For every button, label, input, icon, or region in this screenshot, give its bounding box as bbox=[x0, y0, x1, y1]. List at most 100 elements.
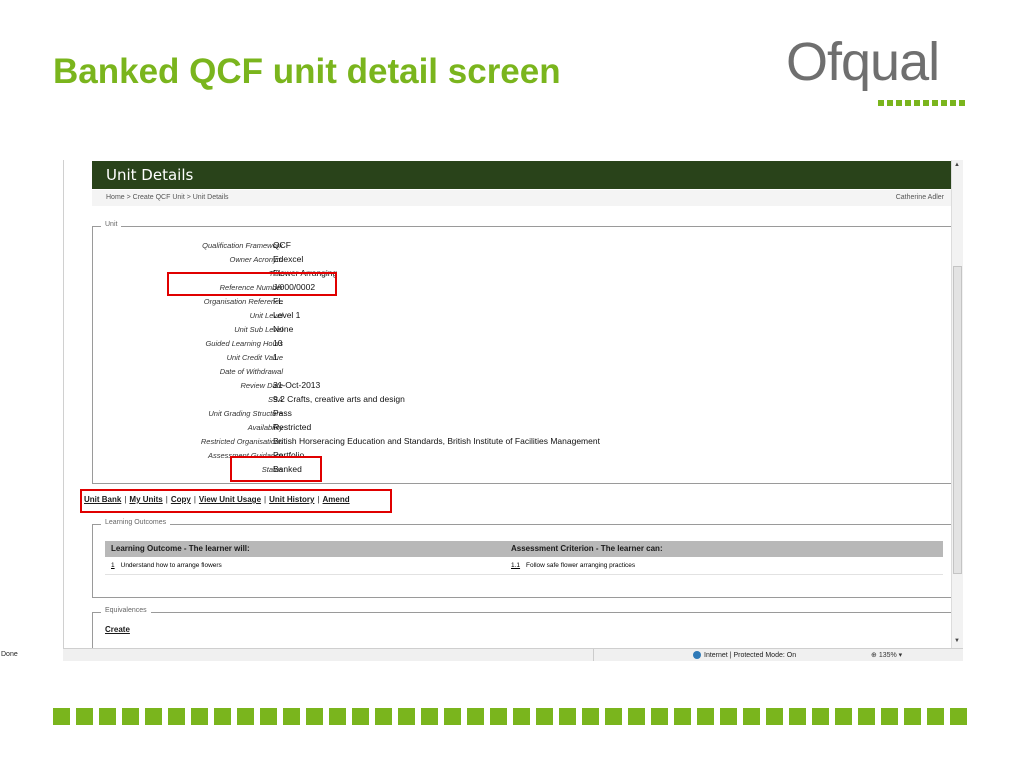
unit-field-value: Level 1 bbox=[273, 310, 301, 320]
unit-field-row: Unit Grading Structure Pass bbox=[93, 407, 951, 421]
view-unit-usage-link[interactable]: View Unit Usage bbox=[199, 495, 261, 504]
unit-field-value: 31-Oct-2013 bbox=[273, 380, 321, 390]
footer-square bbox=[490, 708, 507, 725]
unit-actions: Unit Bank | My Units | Copy | View Unit Usage |… bbox=[84, 495, 350, 504]
criterion-number-link[interactable]: 1.1 bbox=[511, 562, 526, 569]
footer-square bbox=[352, 708, 369, 725]
logo-dots bbox=[878, 100, 965, 106]
unit-field-label: Unit Grading Structure bbox=[208, 409, 283, 418]
vertical-scrollbar[interactable]: ▲ ▼ bbox=[951, 160, 963, 648]
outcome-cell: 1 Understand how to arrange flowers bbox=[105, 557, 505, 574]
footer-square bbox=[444, 708, 461, 725]
unit-field-value: 9.2 Crafts, creative arts and design bbox=[273, 394, 405, 404]
footer-square bbox=[743, 708, 760, 725]
footer-square bbox=[950, 708, 967, 725]
footer-square bbox=[582, 708, 599, 725]
footer-square bbox=[214, 708, 231, 725]
footer-square bbox=[559, 708, 576, 725]
zoom-value: 135% bbox=[878, 652, 897, 659]
breadcrumb: Home > Create QCF Unit > Unit Details Ca… bbox=[92, 190, 952, 206]
copy-link[interactable]: Copy bbox=[171, 495, 191, 504]
amend-link[interactable]: Amend bbox=[323, 495, 350, 504]
unit-field-label: Organisation Reference bbox=[203, 297, 283, 306]
footer-square bbox=[168, 708, 185, 725]
my-units-link[interactable]: My Units bbox=[129, 495, 162, 504]
unit-legend: Unit bbox=[101, 221, 122, 228]
unit-field-value: FL bbox=[273, 296, 283, 306]
footer-square bbox=[467, 708, 484, 725]
breadcrumb-text[interactable]: Home > Create QCF Unit > Unit Details bbox=[106, 194, 229, 201]
learning-outcomes-legend: Learning Outcomes bbox=[101, 519, 171, 526]
footer-square bbox=[536, 708, 553, 725]
unit-field-value: None bbox=[273, 324, 294, 334]
footer-square bbox=[260, 708, 277, 725]
unit-field-label: Restricted Organisations bbox=[200, 437, 283, 446]
magnifier-icon: ⊕ bbox=[871, 652, 877, 659]
unit-field-row: Status Banked bbox=[93, 463, 951, 477]
scroll-down-icon[interactable]: ▼ bbox=[954, 638, 960, 644]
equivalences-fieldset: Equivalences Create bbox=[92, 607, 952, 648]
unit-field-label: Guided Learning Hours bbox=[205, 339, 283, 348]
page-header: Unit Details bbox=[92, 161, 952, 189]
zone-text: Internet | Protected Mode: On bbox=[704, 651, 797, 659]
unit-field-value: Pass bbox=[273, 408, 292, 418]
unit-field-row: SSA 9.2 Crafts, creative arts and design bbox=[93, 393, 951, 407]
unit-field-row: Availability Restricted bbox=[93, 421, 951, 435]
unit-field-row: Unit Sub Level None bbox=[93, 323, 951, 337]
security-zone[interactable]: Internet | Protected Mode: On bbox=[693, 651, 796, 659]
unit-field-value: 10 bbox=[273, 338, 283, 348]
footer-square bbox=[53, 708, 70, 725]
footer-square bbox=[329, 708, 346, 725]
scroll-thumb[interactable] bbox=[953, 266, 962, 574]
status-cells bbox=[593, 649, 683, 661]
criterion-cell: 1.1 Follow safe flower arranging practice… bbox=[505, 557, 943, 574]
footer-square bbox=[674, 708, 691, 725]
unit-field-row: Owner Acronym Edexcel bbox=[93, 253, 951, 267]
unit-field-row: Guided Learning Hours 10 bbox=[93, 337, 951, 351]
footer-square bbox=[927, 708, 944, 725]
learning-outcomes-table: Learning Outcome - The learner will: Ass… bbox=[105, 541, 943, 575]
create-equivalence-link[interactable]: Create bbox=[105, 625, 130, 634]
footer-square bbox=[720, 708, 737, 725]
unit-field-row: Restricted Organisations British Horserac… bbox=[93, 435, 951, 449]
footer-dots bbox=[53, 708, 967, 725]
unit-history-link[interactable]: Unit History bbox=[269, 495, 314, 504]
outcome-number-link[interactable]: 1 bbox=[111, 562, 121, 569]
status-highlight bbox=[230, 456, 322, 482]
footer-square bbox=[766, 708, 783, 725]
unit-bank-link[interactable]: Unit Bank bbox=[84, 495, 121, 504]
equivalences-legend: Equivalences bbox=[101, 607, 151, 614]
footer-square bbox=[858, 708, 875, 725]
footer-square bbox=[835, 708, 852, 725]
reference-number-highlight bbox=[167, 272, 337, 296]
unit-field-row: Unit Credit Value 1 bbox=[93, 351, 951, 365]
unit-field-value: Edexcel bbox=[273, 254, 304, 264]
footer-square bbox=[191, 708, 208, 725]
criterion-text: Follow safe flower arranging practices bbox=[526, 562, 636, 569]
footer-square bbox=[628, 708, 645, 725]
logo-text: Ofqual bbox=[786, 32, 940, 92]
globe-icon bbox=[693, 651, 701, 659]
outcome-text: Understand how to arrange flowers bbox=[120, 562, 222, 569]
status-text: Done bbox=[1, 651, 18, 658]
unit-field-label: Date of Withdrawal bbox=[219, 367, 283, 376]
unit-field-row: Qualification Framework QCF bbox=[93, 239, 951, 253]
zoom-control[interactable]: ⊕ 135% ▾ bbox=[871, 651, 902, 659]
footer-square bbox=[881, 708, 898, 725]
unit-field-row: Organisation Reference FL bbox=[93, 295, 951, 309]
footer-square bbox=[513, 708, 530, 725]
unit-field-row: Unit Level Level 1 bbox=[93, 309, 951, 323]
footer-square bbox=[99, 708, 116, 725]
unit-field-value: QCF bbox=[273, 240, 291, 250]
footer-square bbox=[122, 708, 139, 725]
unit-field-value: 1 bbox=[273, 352, 278, 362]
footer-square bbox=[605, 708, 622, 725]
learning-outcomes-fieldset: Learning Outcomes Learning Outcome - The… bbox=[92, 519, 952, 598]
unit-field-value: Restricted bbox=[273, 422, 312, 432]
unit-field-value: British Horseracing Education and Standa… bbox=[273, 436, 600, 446]
footer-square bbox=[145, 708, 162, 725]
scroll-up-icon[interactable]: ▲ bbox=[954, 162, 960, 168]
unit-field-row: Review Date 31-Oct-2013 bbox=[93, 379, 951, 393]
footer-square bbox=[398, 708, 415, 725]
footer-square bbox=[283, 708, 300, 725]
